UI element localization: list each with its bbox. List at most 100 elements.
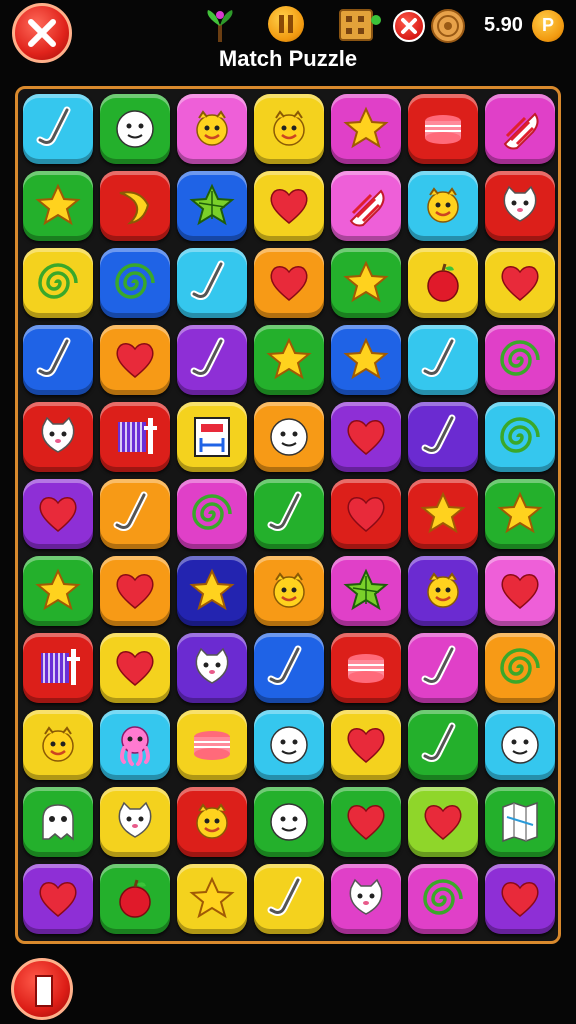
- heart-tile[interactable]: [331, 710, 401, 780]
- octopus-tile[interactable]: [100, 710, 170, 780]
- face-tile[interactable]: [485, 710, 555, 780]
- swirl-tile[interactable]: [100, 248, 170, 318]
- rake-tile[interactable]: [23, 633, 93, 703]
- cake-tile[interactable]: [408, 94, 478, 164]
- sun-face-tile[interactable]: [23, 710, 93, 780]
- star-icon: [189, 876, 235, 919]
- heart-tile[interactable]: [100, 325, 170, 395]
- hockey-stick-tile[interactable]: [408, 402, 478, 472]
- map-tile[interactable]: [485, 787, 555, 857]
- close-icon: [28, 19, 56, 47]
- star-icon: [266, 337, 312, 380]
- hockey-stick-tile[interactable]: [408, 325, 478, 395]
- cat-face-tile[interactable]: [23, 402, 93, 472]
- star-tile[interactable]: [331, 248, 401, 318]
- heart-tile[interactable]: [331, 479, 401, 549]
- swirl-icon: [423, 879, 463, 915]
- cake-tile[interactable]: [177, 710, 247, 780]
- heart-icon: [116, 574, 154, 609]
- cat-face-tile[interactable]: [485, 171, 555, 241]
- heart-tile[interactable]: [485, 556, 555, 626]
- crate-icon[interactable]: [338, 6, 382, 44]
- face-tile[interactable]: [254, 710, 324, 780]
- heart-tile[interactable]: [485, 864, 555, 934]
- apple-tile[interactable]: [100, 864, 170, 934]
- swirl-tile[interactable]: [485, 325, 555, 395]
- heart-tile[interactable]: [100, 633, 170, 703]
- heart-tile[interactable]: [254, 248, 324, 318]
- heart-tile[interactable]: [254, 171, 324, 241]
- hockey-stick-tile[interactable]: [23, 94, 93, 164]
- leaf-star-tile[interactable]: [331, 556, 401, 626]
- cat-face-tile[interactable]: [177, 633, 247, 703]
- hockey-stick-tile[interactable]: [408, 710, 478, 780]
- heart-icon: [347, 420, 385, 455]
- heart-tile[interactable]: [331, 787, 401, 857]
- leaf-star-icon: [189, 183, 235, 226]
- heart-tile[interactable]: [485, 248, 555, 318]
- hockey-stick-icon: [267, 876, 302, 916]
- hockey-stick-tile[interactable]: [177, 248, 247, 318]
- puzzle-board: [15, 86, 561, 944]
- pause-icon[interactable]: [268, 6, 304, 42]
- swirl-tile[interactable]: [408, 864, 478, 934]
- candy-stripe-tile[interactable]: [485, 94, 555, 164]
- rake-tile[interactable]: [100, 402, 170, 472]
- no-entry-icon[interactable]: [393, 10, 425, 42]
- sun-face-tile[interactable]: [177, 787, 247, 857]
- sun-face-tile[interactable]: [254, 556, 324, 626]
- hockey-stick-tile[interactable]: [254, 864, 324, 934]
- leaf-star-tile[interactable]: [177, 171, 247, 241]
- cat-face-tile[interactable]: [331, 864, 401, 934]
- face-tile[interactable]: [100, 94, 170, 164]
- heart-tile[interactable]: [408, 787, 478, 857]
- map-icon: [502, 801, 538, 843]
- star-tile[interactable]: [177, 556, 247, 626]
- sun-face-tile[interactable]: [177, 94, 247, 164]
- swirl-tile[interactable]: [485, 633, 555, 703]
- hockey-stick-icon: [36, 106, 71, 146]
- ghost-tile[interactable]: [23, 787, 93, 857]
- pause-button[interactable]: [11, 958, 73, 1020]
- star-tile[interactable]: [23, 556, 93, 626]
- hockey-stick-tile[interactable]: [408, 633, 478, 703]
- cat-face-icon: [41, 416, 75, 453]
- plant-icon[interactable]: [200, 6, 240, 46]
- hockey-stick-tile[interactable]: [100, 479, 170, 549]
- rake-icon: [118, 418, 157, 454]
- banana-tile[interactable]: [100, 171, 170, 241]
- sign-tile[interactable]: [177, 402, 247, 472]
- star-tile[interactable]: [177, 864, 247, 934]
- star-tile[interactable]: [485, 479, 555, 549]
- face-tile[interactable]: [254, 787, 324, 857]
- swirl-tile[interactable]: [177, 479, 247, 549]
- hockey-stick-tile[interactable]: [254, 633, 324, 703]
- heart-icon: [347, 497, 385, 532]
- hockey-stick-icon: [190, 260, 225, 300]
- cake-tile[interactable]: [331, 633, 401, 703]
- heart-tile[interactable]: [23, 864, 93, 934]
- star-tile[interactable]: [23, 171, 93, 241]
- sun-face-tile[interactable]: [254, 94, 324, 164]
- hockey-stick-tile[interactable]: [254, 479, 324, 549]
- star-tile[interactable]: [331, 94, 401, 164]
- candy-stripe-tile[interactable]: [331, 171, 401, 241]
- sun-face-icon: [42, 726, 74, 762]
- cat-face-tile[interactable]: [100, 787, 170, 857]
- sun-face-tile[interactable]: [408, 556, 478, 626]
- heart-tile[interactable]: [100, 556, 170, 626]
- swirl-tile[interactable]: [485, 402, 555, 472]
- face-tile[interactable]: [254, 402, 324, 472]
- hockey-stick-tile[interactable]: [177, 325, 247, 395]
- swirl-tile[interactable]: [23, 248, 93, 318]
- heart-tile[interactable]: [331, 402, 401, 472]
- star-tile[interactable]: [254, 325, 324, 395]
- cookie-icon[interactable]: [430, 8, 466, 44]
- hockey-stick-tile[interactable]: [23, 325, 93, 395]
- hockey-stick-icon: [267, 491, 302, 531]
- star-tile[interactable]: [408, 479, 478, 549]
- heart-tile[interactable]: [23, 479, 93, 549]
- apple-tile[interactable]: [408, 248, 478, 318]
- star-tile[interactable]: [331, 325, 401, 395]
- sun-face-tile[interactable]: [408, 171, 478, 241]
